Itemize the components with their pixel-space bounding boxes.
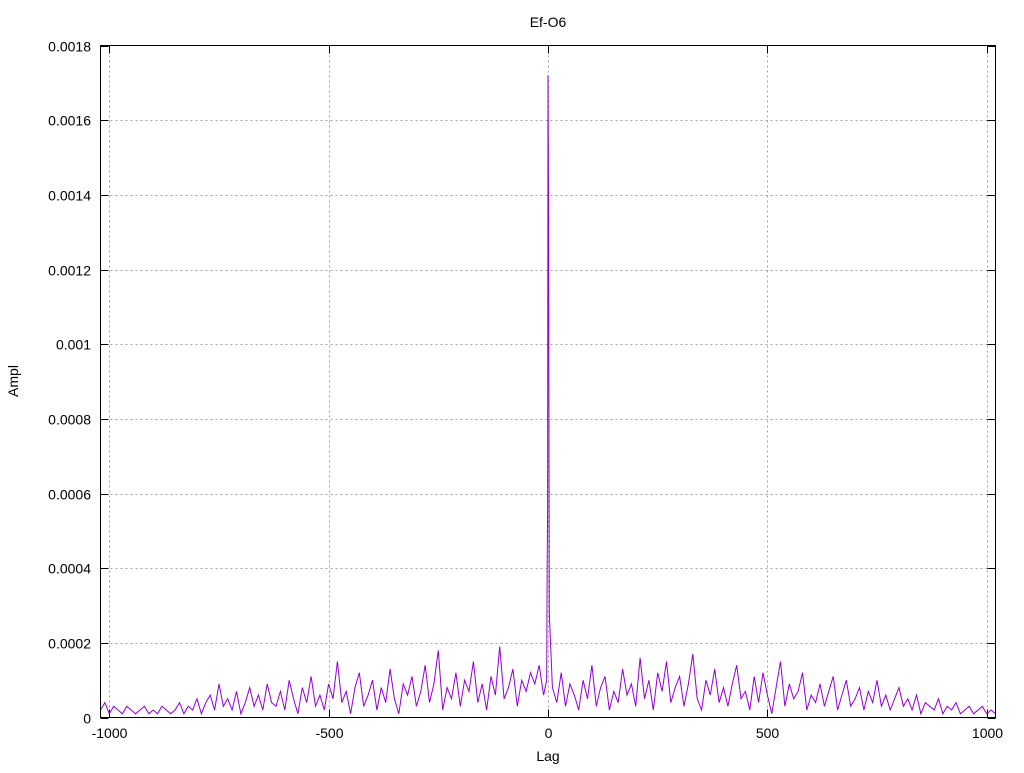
tick-labels: -1000 -500 0 500 1000 0 0.0002 0.0004 0.0006 0.00… xyxy=(48,39,1003,742)
x-tick-label: -500 xyxy=(315,725,343,741)
y-tick-label: 0.0004 xyxy=(48,561,91,577)
y-tick-label: 0.0006 xyxy=(48,487,91,503)
y-tick-label: 0.0012 xyxy=(48,263,91,279)
x-axis-label: Lag xyxy=(536,748,559,764)
chart: Ef-O6 Lag Ampl -1000 -500 0 500 1000 0 0.0002 0… xyxy=(5,14,1003,764)
y-tick-label: 0.0018 xyxy=(48,39,91,55)
y-tick-label: 0.0014 xyxy=(48,188,91,204)
x-tick-label: 0 xyxy=(545,725,553,741)
y-tick-label: 0.001 xyxy=(56,337,91,353)
chart-title: Ef-O6 xyxy=(530,14,567,30)
x-tick-label: 1000 xyxy=(972,725,1003,741)
x-tick-label: -1000 xyxy=(92,725,128,741)
x-tick-label: 500 xyxy=(756,725,780,741)
y-tick-label: 0.0002 xyxy=(48,636,91,652)
y-tick-label: 0.0016 xyxy=(48,113,91,129)
y-tick-label: 0.0008 xyxy=(48,412,91,428)
series-line-ampl xyxy=(100,75,996,716)
y-tick-label: 0 xyxy=(83,711,91,727)
y-axis-label: Ampl xyxy=(5,365,21,397)
